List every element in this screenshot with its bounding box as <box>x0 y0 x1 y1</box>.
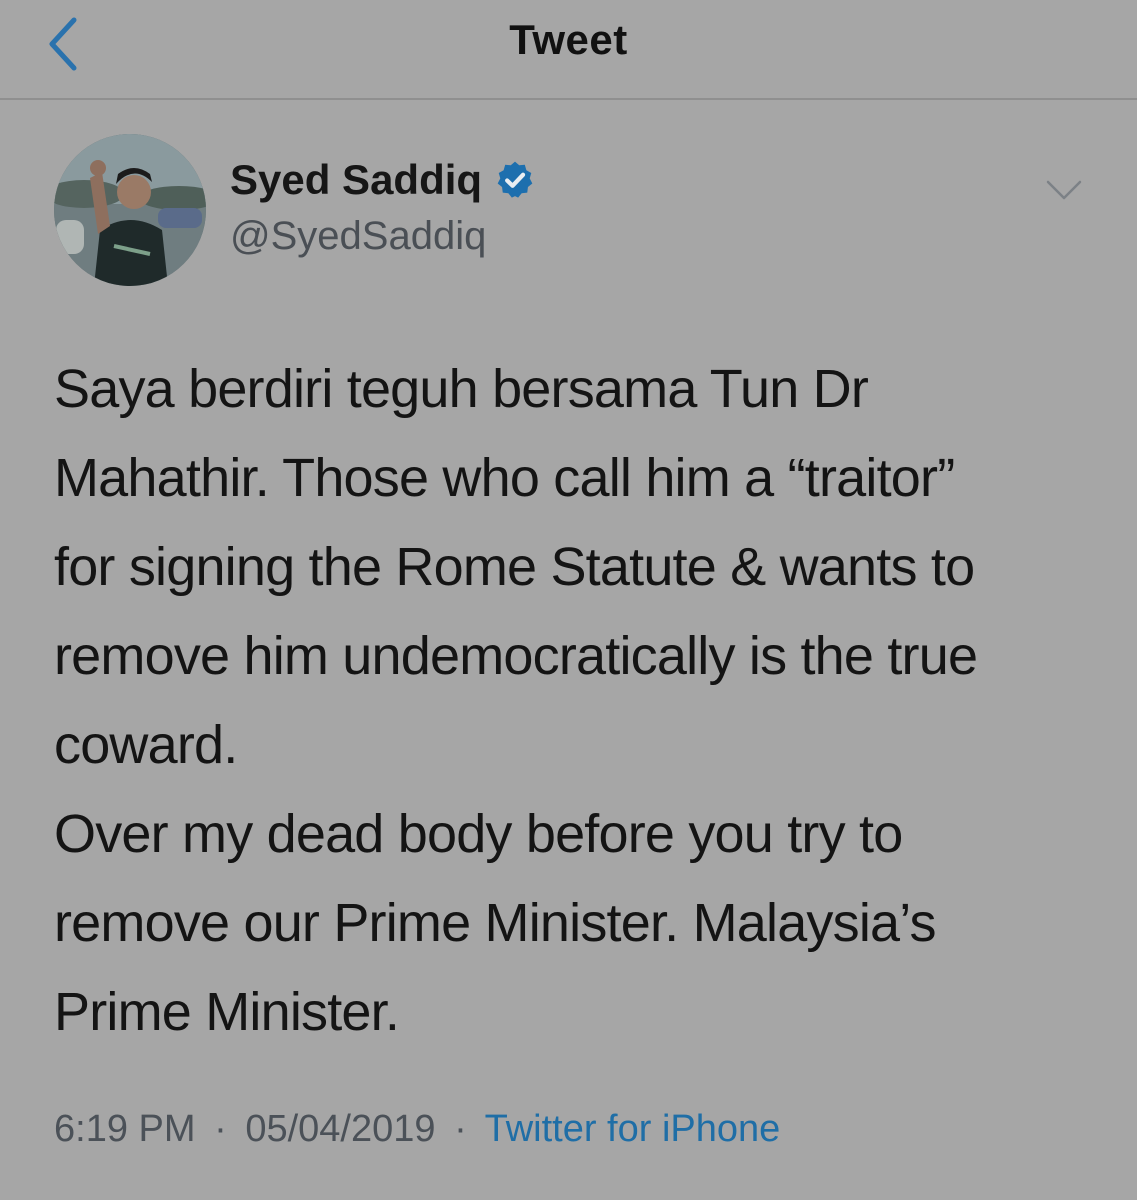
tweet-line: Over my dead body before you try to <box>54 804 903 864</box>
chevron-down-icon[interactable] <box>1044 170 1084 210</box>
tweet-line: Mahathir. Those who call him a “traitor” <box>54 448 955 508</box>
meta-separator: · <box>454 1108 467 1150</box>
tweet-meta: 6:19 PM · 05/04/2019 · Twitter for iPhon… <box>54 1108 780 1151</box>
tweet-line: for signing the Rome Statute & wants to <box>54 537 975 597</box>
tweet-line: coward. <box>54 715 238 775</box>
avatar[interactable] <box>54 134 206 286</box>
author-name-row[interactable]: Syed Saddiq <box>230 154 536 206</box>
tweet-line: Saya berdiri teguh bersama Tun Dr <box>54 359 869 419</box>
tweet-line: remove him undemocratically is the true <box>54 626 978 686</box>
user-handle[interactable]: @SyedSaddiq <box>230 214 486 259</box>
tweet-line: remove our Prime Minister. Malaysia’s <box>54 893 936 953</box>
tweet-date: 05/04/2019 <box>245 1108 436 1150</box>
navigation-bar: Tweet <box>0 0 1137 100</box>
tweet-time: 6:19 PM <box>54 1108 196 1150</box>
page-title: Tweet <box>509 16 628 63</box>
tweet-source-link[interactable]: Twitter for iPhone <box>485 1108 781 1150</box>
display-name: Syed Saddiq <box>230 156 483 203</box>
verified-badge-icon <box>497 161 533 198</box>
meta-separator: · <box>214 1108 227 1150</box>
tweet-text: Saya berdiri teguh bersama Tun Dr Mahath… <box>54 345 1104 1057</box>
tweet-author: Syed Saddiq @SyedSaddiq <box>54 134 1084 286</box>
tweet-line: Prime Minister. <box>54 982 400 1042</box>
